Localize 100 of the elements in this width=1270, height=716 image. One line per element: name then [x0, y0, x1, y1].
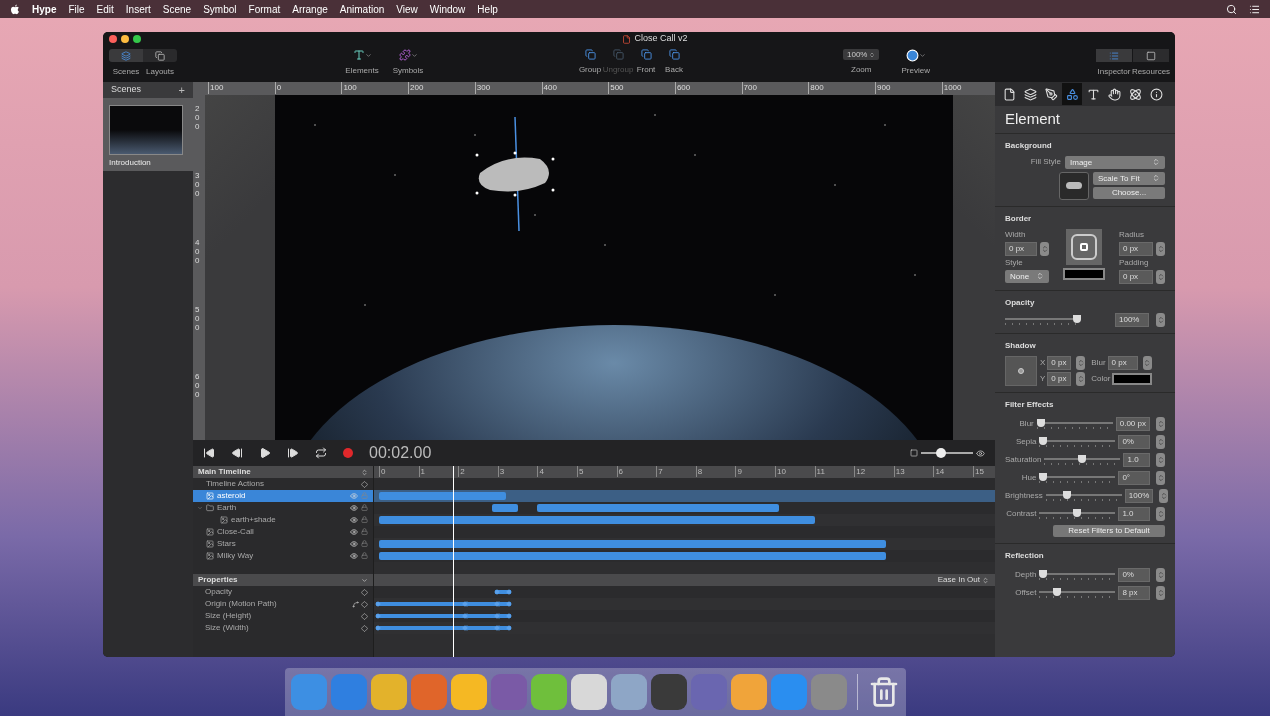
play-icon[interactable]	[259, 447, 271, 459]
app-icon[interactable]	[570, 674, 607, 710]
slider[interactable]	[1044, 453, 1121, 466]
menu-item[interactable]: Help	[477, 1, 498, 17]
input-field[interactable]: 0 px	[1119, 269, 1153, 284]
input-field[interactable]: 1.0	[1118, 506, 1150, 521]
timeline-header[interactable]: Main Timeline	[193, 466, 373, 478]
eye-icon[interactable]	[350, 552, 358, 560]
slider[interactable]	[1039, 435, 1116, 448]
panel-toggle[interactable]: Resources	[1133, 49, 1169, 78]
eye-icon[interactable]	[350, 528, 358, 536]
input-field[interactable]: 100%	[1115, 312, 1149, 327]
view-toggle[interactable]: Scenes	[109, 49, 143, 78]
minimize-button[interactable]	[121, 35, 129, 43]
toolbar-button[interactable]: Symbols	[389, 49, 427, 77]
input-field[interactable]: 1.0	[1123, 452, 1150, 467]
input-field[interactable]: 8 px	[1118, 585, 1150, 600]
shadow-offset-pad[interactable]	[1005, 355, 1037, 386]
input-field[interactable]: 0 px	[1005, 241, 1037, 256]
eye-icon[interactable]	[350, 516, 358, 524]
color-swatch[interactable]	[1063, 267, 1105, 280]
layer-row[interactable]: Earth	[193, 502, 373, 514]
slider-thumb[interactable]	[1062, 490, 1071, 499]
property-row[interactable]: Origin (Motion Path)	[193, 598, 373, 610]
property-row[interactable]: Size (Height)	[193, 610, 373, 622]
input-field[interactable]: 0°	[1118, 470, 1150, 485]
input-field[interactable]: 0 px	[1047, 355, 1072, 370]
toolbar-button[interactable]: Group	[577, 49, 603, 76]
toolbar-button[interactable]: Elements	[343, 49, 381, 77]
apple-icon[interactable]	[10, 3, 20, 15]
record-button[interactable]	[343, 448, 353, 458]
shapes-icon[interactable]	[1062, 83, 1082, 105]
app-icon[interactable]	[610, 674, 647, 710]
list-icon[interactable]	[1249, 3, 1260, 15]
input-field[interactable]: 0%	[1118, 434, 1150, 449]
input-field[interactable]: 0.00 px	[1115, 416, 1150, 431]
animation-bar[interactable]	[491, 504, 518, 512]
lock-icon[interactable]	[361, 504, 368, 511]
toolbar-button[interactable]: Back	[661, 49, 687, 76]
input-field[interactable]: 0 px	[1047, 371, 1072, 386]
app-icon[interactable]	[730, 674, 767, 710]
stepper[interactable]	[1159, 488, 1169, 503]
path-icon[interactable]	[352, 600, 359, 608]
stepper[interactable]	[1076, 355, 1086, 370]
view-toggle[interactable]: Layouts	[143, 49, 177, 78]
slider-thumb[interactable]	[1078, 454, 1087, 463]
menu-item[interactable]: Insert	[125, 1, 151, 17]
stepper[interactable]	[1156, 312, 1165, 327]
keyframe-icon[interactable]	[361, 480, 368, 488]
stepper[interactable]	[1156, 416, 1165, 431]
menu-item[interactable]: File	[68, 1, 85, 17]
menu-item[interactable]: Window	[429, 1, 466, 17]
color-swatch[interactable]	[1112, 372, 1153, 385]
step-back-icon[interactable]	[231, 447, 243, 459]
input-field[interactable]: 0 px	[1119, 241, 1153, 256]
loop-icon[interactable]	[315, 447, 327, 459]
slider-thumb[interactable]	[1073, 314, 1081, 323]
image-thumbnail[interactable]	[1059, 171, 1089, 200]
menu-item[interactable]: View	[396, 1, 418, 17]
stepper[interactable]	[1156, 567, 1165, 582]
keyframe-segment[interactable]	[494, 590, 511, 594]
slider[interactable]	[1036, 417, 1113, 430]
eye-icon[interactable]	[350, 504, 358, 512]
stepper[interactable]	[1142, 355, 1152, 370]
menu-item[interactable]: Edit	[96, 1, 114, 17]
menu-item[interactable]: Format	[248, 1, 281, 17]
menu-item[interactable]: Arrange	[292, 1, 328, 17]
easing-bar[interactable]: Ease In Out	[374, 574, 995, 586]
app-icon[interactable]	[370, 674, 407, 710]
zoom-button[interactable]	[133, 35, 141, 43]
menu-item[interactable]: Scene	[162, 1, 192, 17]
slider-thumb[interactable]	[935, 448, 946, 458]
property-row[interactable]: Opacity	[193, 586, 373, 598]
select-dropdown[interactable]: Scale To Fit	[1093, 171, 1165, 185]
slider[interactable]	[1039, 568, 1116, 581]
app-icon[interactable]	[530, 674, 567, 710]
search-icon[interactable]	[1226, 3, 1237, 15]
add-scene-button[interactable]: +	[178, 81, 185, 99]
input-field[interactable]: 0 px	[1107, 355, 1138, 370]
layer-row[interactable]: Milky Way	[193, 550, 373, 562]
stepper[interactable]	[1156, 452, 1165, 467]
slider-thumb[interactable]	[1053, 587, 1061, 596]
choose-button[interactable]: Choose...	[1093, 186, 1165, 199]
slider[interactable]	[1039, 471, 1116, 484]
layer-row[interactable]: Timeline Actions	[193, 478, 373, 490]
reset-filters-button[interactable]: Reset Filters to Default	[1053, 524, 1165, 537]
menu-item[interactable]: Hype	[32, 1, 57, 17]
stepper[interactable]	[1040, 241, 1049, 256]
stepper[interactable]	[1156, 269, 1165, 284]
layer-row[interactable]: earth+shade	[193, 514, 373, 526]
slider[interactable]	[1005, 313, 1081, 326]
preview-button[interactable]: Preview	[901, 49, 930, 77]
layer-row[interactable]: Stars	[193, 538, 373, 550]
app-icon[interactable]	[650, 674, 687, 710]
panel-toggle[interactable]: Inspector	[1096, 49, 1132, 78]
menu-item[interactable]: Symbol	[203, 1, 237, 17]
stepper[interactable]	[1156, 434, 1165, 449]
app-icon[interactable]	[450, 674, 487, 710]
lock-icon[interactable]	[361, 552, 368, 559]
slider-thumb[interactable]	[1039, 436, 1048, 445]
